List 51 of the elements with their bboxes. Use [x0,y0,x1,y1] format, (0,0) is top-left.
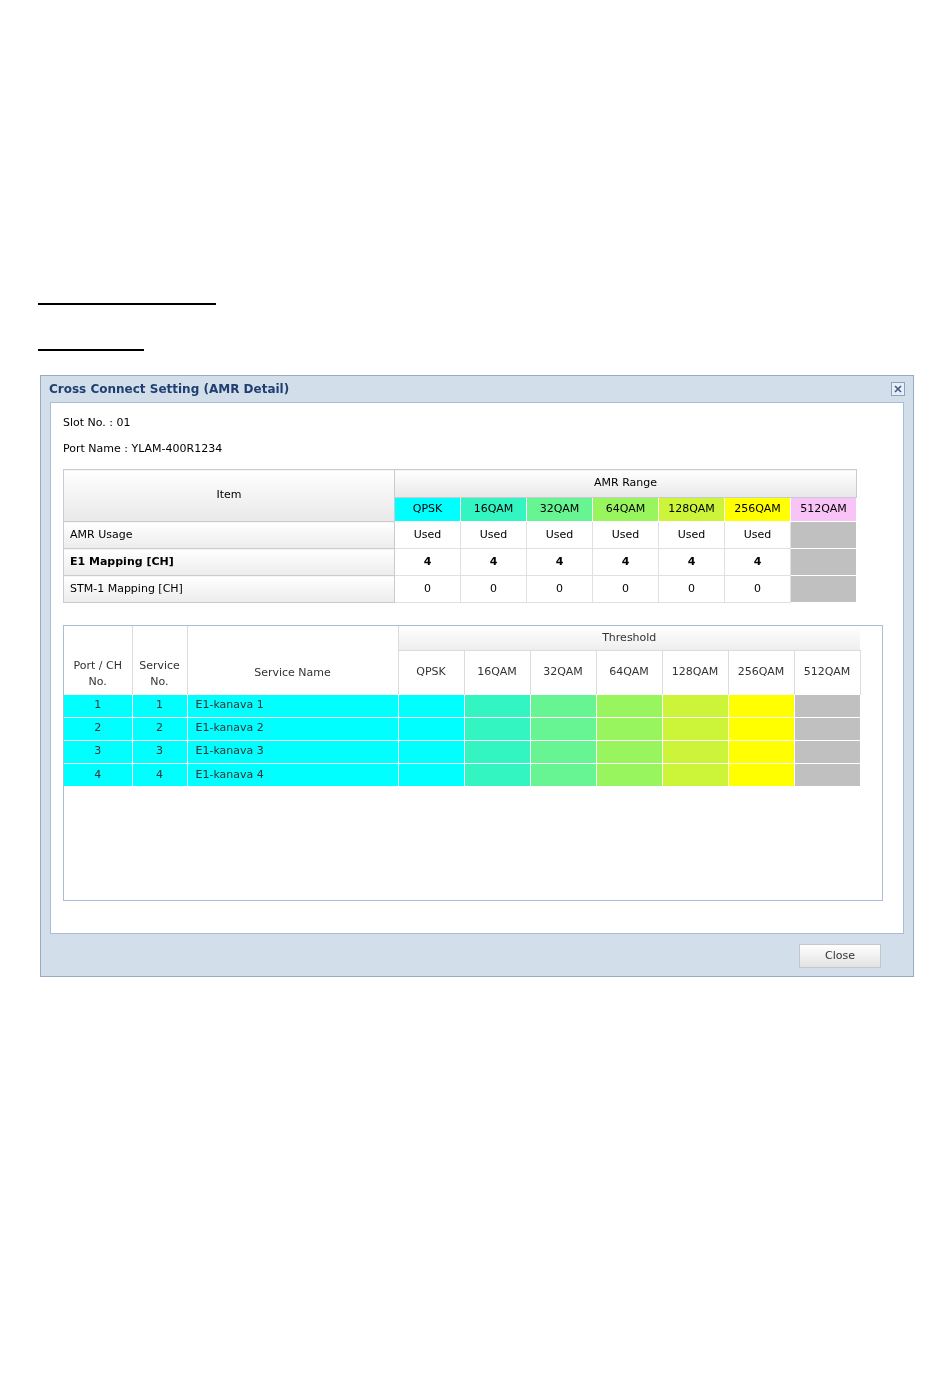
table-header: Port / CH No. [64,626,132,694]
table-header: Service Name [187,626,398,694]
row-label: E1 Mapping [CH] [63,548,395,576]
table-cell: 0 [724,575,791,603]
port-name-label: Port Name : YLAM-400R1234 [63,441,224,457]
table-cell: 1 [132,694,187,717]
table-header: 64QAM [596,650,662,694]
window-title: Cross Connect Setting (AMR Detail) [49,381,290,398]
table-cell: Used [394,521,461,549]
table-cell: E1-kanava 4 [187,763,398,786]
table-cell: Used [526,521,593,549]
table-cell: 1 [64,694,132,717]
row-label: STM-1 Mapping [CH] [63,575,395,603]
table-cell: 4 [132,763,187,786]
table-cell: 3 [132,740,187,763]
table-header: Service No. [132,626,187,694]
table-header: 16QAM [464,650,530,694]
table-cell: Used [724,521,791,549]
table-cell: E1-kanava 2 [187,717,398,740]
table-cell: Used [658,521,725,549]
table-cell: 0 [658,575,725,603]
table-header: 128QAM [662,650,728,694]
table-header: 512QAM [794,650,860,694]
table-cell: 0 [526,575,593,603]
slot-label: Slot No. : 01 [63,415,132,431]
table-cell: 0 [460,575,527,603]
table-header: 32QAM [530,650,596,694]
close-icon[interactable] [891,382,905,396]
table-header: Threshold [398,626,860,650]
table-cell: E1-kanava 3 [187,740,398,763]
table-header: Item [63,469,395,522]
close-button[interactable]: Close [799,944,881,968]
table-cell: 0 [394,575,461,603]
table-cell: 2 [132,717,187,740]
table-cell: 4 [658,548,725,576]
table-cell: 4 [592,548,659,576]
table-cell: 4 [64,763,132,786]
table-cell: 3 [64,740,132,763]
table-cell: Used [592,521,659,549]
table-cell: Used [460,521,527,549]
table-cell: 4 [460,548,527,576]
row-label: AMR Usage [63,521,395,549]
table-cell: 4 [394,548,461,576]
table-cell: 4 [526,548,593,576]
table-cell: 2 [64,717,132,740]
table-header: QPSK [398,650,464,694]
table-header: 256QAM [728,650,794,694]
table-cell: E1-kanava 1 [187,694,398,717]
table-cell: 0 [592,575,659,603]
table-cell: 4 [724,548,791,576]
table-header: AMR Range [394,469,857,498]
